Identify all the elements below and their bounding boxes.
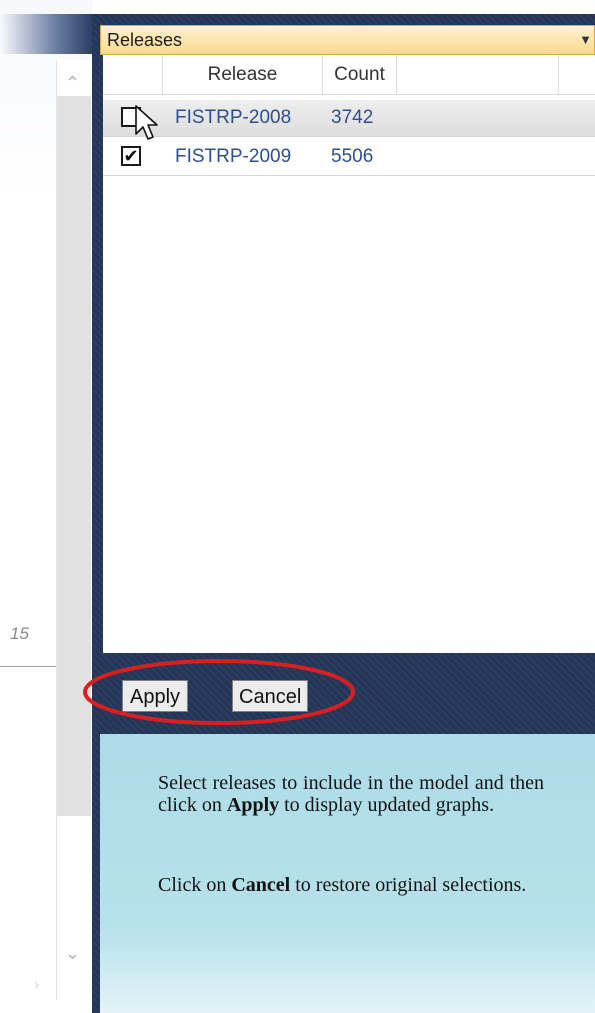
row-divider — [103, 136, 595, 137]
release-count: 5506 — [331, 146, 374, 167]
help-paragraph-apply: Select releases to include in the model … — [158, 772, 544, 816]
chevron-down-icon[interactable]: ⌄ — [65, 944, 80, 962]
mouse-pointer-icon — [135, 105, 158, 140]
help-panel: Select releases to include in the model … — [100, 734, 595, 1013]
left-pane-scrollbar[interactable]: ⌃ ⌄ — [56, 60, 91, 1000]
column-header-end — [559, 55, 595, 95]
highlight-oval — [83, 659, 355, 725]
chevron-up-icon[interactable]: ⌃ — [65, 74, 80, 92]
releases-header-title: Releases — [107, 30, 183, 50]
chevron-right-icon: › — [34, 976, 40, 993]
release-count: 3742 — [331, 107, 374, 128]
releases-grid: Release Count FISTRP-2008 3742 ✔ FISTRP-… — [103, 55, 595, 653]
left-pane-header — [0, 14, 92, 54]
table-row[interactable]: FISTRP-2008 3742 — [103, 100, 595, 136]
column-header-count[interactable]: Count — [323, 55, 397, 95]
chevron-down-icon[interactable]: ▼ — [579, 26, 592, 54]
release-name: FISTRP-2009 — [175, 146, 292, 167]
column-header-release[interactable]: Release — [163, 55, 323, 95]
table-row[interactable]: ✔ FISTRP-2009 5506 — [103, 139, 595, 175]
axis-line — [0, 666, 56, 667]
release-name: FISTRP-2008 — [175, 107, 292, 128]
release-checkbox[interactable]: ✔ — [121, 146, 141, 166]
row-divider — [103, 175, 595, 176]
axis-tick-label: 15 — [10, 624, 29, 643]
help-paragraph-cancel: Click on Cancel to restore original sele… — [158, 874, 527, 896]
column-header-spacer — [397, 55, 559, 95]
checkmark-icon: ✔ — [123, 146, 139, 166]
releases-header[interactable]: Releases ▼ — [100, 25, 595, 55]
column-header-checkbox — [103, 55, 163, 95]
